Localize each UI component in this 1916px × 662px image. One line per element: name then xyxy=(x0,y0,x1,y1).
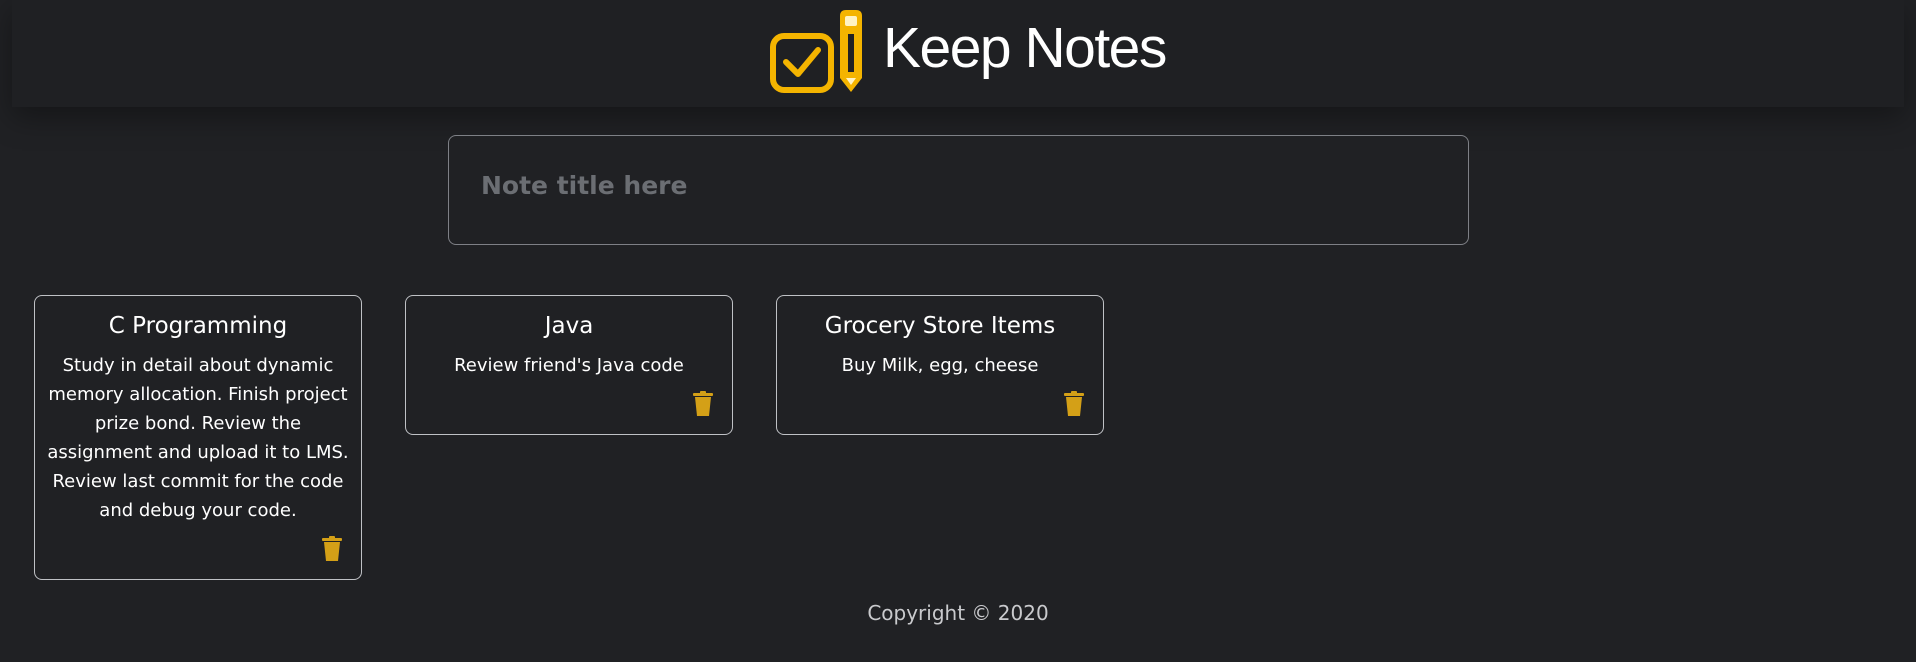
note-title: Java xyxy=(544,313,594,339)
note-content: Review friend's Java code xyxy=(454,355,684,376)
note-card: C Programming Study in detail about dyna… xyxy=(34,295,362,580)
note-title: Grocery Store Items xyxy=(824,313,1056,339)
note-content: Buy Milk, egg, cheese xyxy=(841,355,1039,376)
note-card: Grocery Store Items Buy Milk, egg, chees… xyxy=(776,295,1104,435)
note-card: Java Review friend's Java code xyxy=(405,295,733,435)
note-content: Study in detail about dynamic memory all… xyxy=(47,355,349,521)
copyright-footer: Copyright © 2020 xyxy=(867,601,1049,625)
app-header: Keep Notes xyxy=(12,0,1904,107)
app-title: Keep Notes xyxy=(883,16,1167,80)
note-composer[interactable] xyxy=(448,135,1469,245)
trash-icon[interactable] xyxy=(1063,391,1085,417)
brand: Keep Notes xyxy=(769,8,1167,93)
note-title: C Programming xyxy=(108,313,288,339)
note-title-input[interactable] xyxy=(479,164,1383,206)
trash-icon[interactable] xyxy=(321,536,343,562)
trash-icon[interactable] xyxy=(692,391,714,417)
checkbox-pencil-icon xyxy=(770,10,862,93)
